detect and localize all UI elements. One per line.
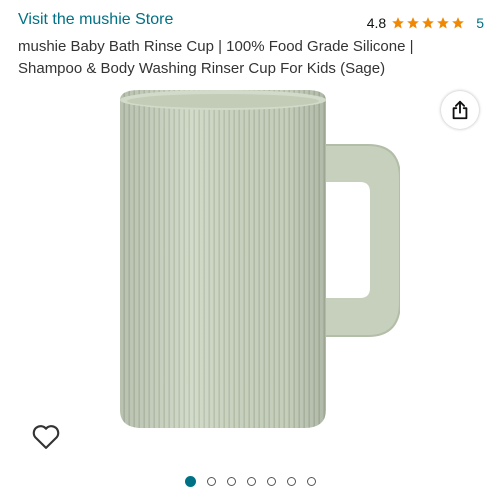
star-icon — [422, 17, 435, 29]
rating-count[interactable]: 5 — [476, 15, 484, 31]
carousel-dot[interactable] — [246, 477, 256, 486]
share-button[interactable] — [441, 91, 479, 129]
carousel-dot[interactable] — [286, 477, 296, 486]
star-icon — [437, 17, 450, 29]
carousel-dot[interactable] — [206, 477, 216, 486]
product-image[interactable] — [100, 88, 400, 468]
star-icon — [452, 17, 465, 29]
rating-summary[interactable]: 4.8 5 — [367, 13, 484, 33]
carousel-dot[interactable] — [306, 477, 316, 486]
carousel-dot[interactable] — [184, 476, 196, 487]
star-icon — [392, 17, 405, 29]
wishlist-button[interactable] — [28, 418, 64, 454]
rating-value: 4.8 — [366, 15, 387, 31]
product-title: mushie Baby Bath Rinse Cup | 100% Food G… — [18, 38, 414, 77]
star-icon — [407, 17, 420, 29]
image-carousel-indicator — [0, 476, 500, 487]
carousel-dot[interactable] — [266, 477, 276, 486]
rating-stars — [391, 16, 465, 30]
share-icon — [452, 100, 468, 120]
heart-icon — [32, 425, 60, 449]
carousel-dot[interactable] — [226, 477, 236, 486]
store-link[interactable]: Visit the mushie Store — [18, 11, 173, 29]
